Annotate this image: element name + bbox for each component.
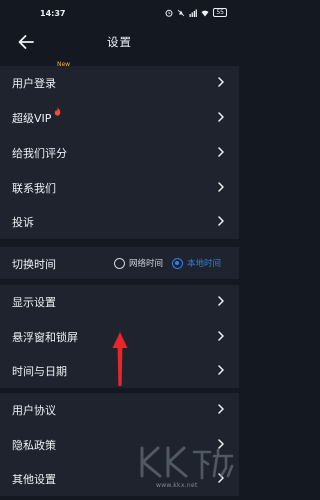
row-display-settings[interactable]: 显示设置 xyxy=(0,285,239,317)
page-title: 设置 xyxy=(107,35,132,49)
radio-unselected-icon xyxy=(114,257,125,269)
wifi-icon xyxy=(201,10,209,16)
battery-indicator: 55 xyxy=(213,8,227,17)
chevron-right-icon xyxy=(218,182,224,192)
row-privacy-policy-label: 隐私政策 xyxy=(12,439,56,452)
status-time: 14:37 xyxy=(40,9,66,18)
row-contact-us[interactable]: 联系我们 xyxy=(0,171,239,203)
radio-local-time-label: 本地时间 xyxy=(187,259,222,269)
row-complaint[interactable]: 投诉 xyxy=(0,205,239,237)
row-floating-lockscreen-label: 悬浮窗和锁屏 xyxy=(12,331,78,344)
row-other-settings-label: 其他设置 xyxy=(12,473,56,486)
row-user-login[interactable]: 用户登录 New xyxy=(0,61,239,98)
watermark-logo xyxy=(140,446,234,480)
chevron-right-icon xyxy=(218,365,224,375)
new-badge: New xyxy=(57,61,71,68)
alarm-icon xyxy=(165,9,173,17)
row-switch-time: 切换时间 网络时间 本地时间 xyxy=(0,247,239,279)
row-user-login-label: 用户登录 xyxy=(12,77,56,90)
red-arrow-annotation xyxy=(112,332,128,386)
radio-network-time[interactable]: 网络时间 xyxy=(114,256,163,270)
fire-icon xyxy=(54,107,61,116)
row-super-vip-label: 超级VIP xyxy=(12,112,52,125)
row-rate-us-label: 给我们评分 xyxy=(12,147,67,160)
row-rate-us[interactable]: 给我们评分 xyxy=(0,136,239,168)
radio-network-time-label: 网络时间 xyxy=(129,259,164,269)
row-time-date-label: 时间与日期 xyxy=(12,365,67,378)
signal-icon xyxy=(189,9,198,17)
status-bar: 14:37 55 xyxy=(0,0,239,24)
row-display-settings-label: 显示设置 xyxy=(12,296,56,309)
row-complaint-label: 投诉 xyxy=(12,216,34,229)
chevron-right-icon xyxy=(218,296,224,306)
radio-selected-icon xyxy=(172,257,183,269)
chevron-right-icon xyxy=(218,216,224,226)
radio-local-time[interactable]: 本地时间 xyxy=(172,256,221,270)
nav-bar: 设置 xyxy=(0,24,239,60)
chevron-right-icon xyxy=(218,404,224,414)
status-icons: 55 xyxy=(165,8,227,17)
row-contact-us-label: 联系我们 xyxy=(12,182,56,195)
chevron-right-icon xyxy=(218,112,224,122)
row-super-vip[interactable]: 超级VIP xyxy=(0,101,239,133)
chevron-right-icon xyxy=(218,331,224,341)
settings-group-account: 用户登录 New 超级VIP 给我们评分 联系我们 投诉 xyxy=(0,61,239,239)
chevron-right-icon xyxy=(218,77,224,87)
time-switch-group: 切换时间 网络时间 本地时间 xyxy=(0,247,239,279)
row-switch-time-label: 切换时间 xyxy=(12,258,56,271)
mute-icon xyxy=(178,9,185,16)
row-user-agreement[interactable]: 用户协议 xyxy=(0,393,239,425)
chevron-right-icon xyxy=(218,147,224,157)
watermark-url: www.kkx.net xyxy=(156,482,198,489)
row-user-agreement-label: 用户协议 xyxy=(12,404,56,417)
